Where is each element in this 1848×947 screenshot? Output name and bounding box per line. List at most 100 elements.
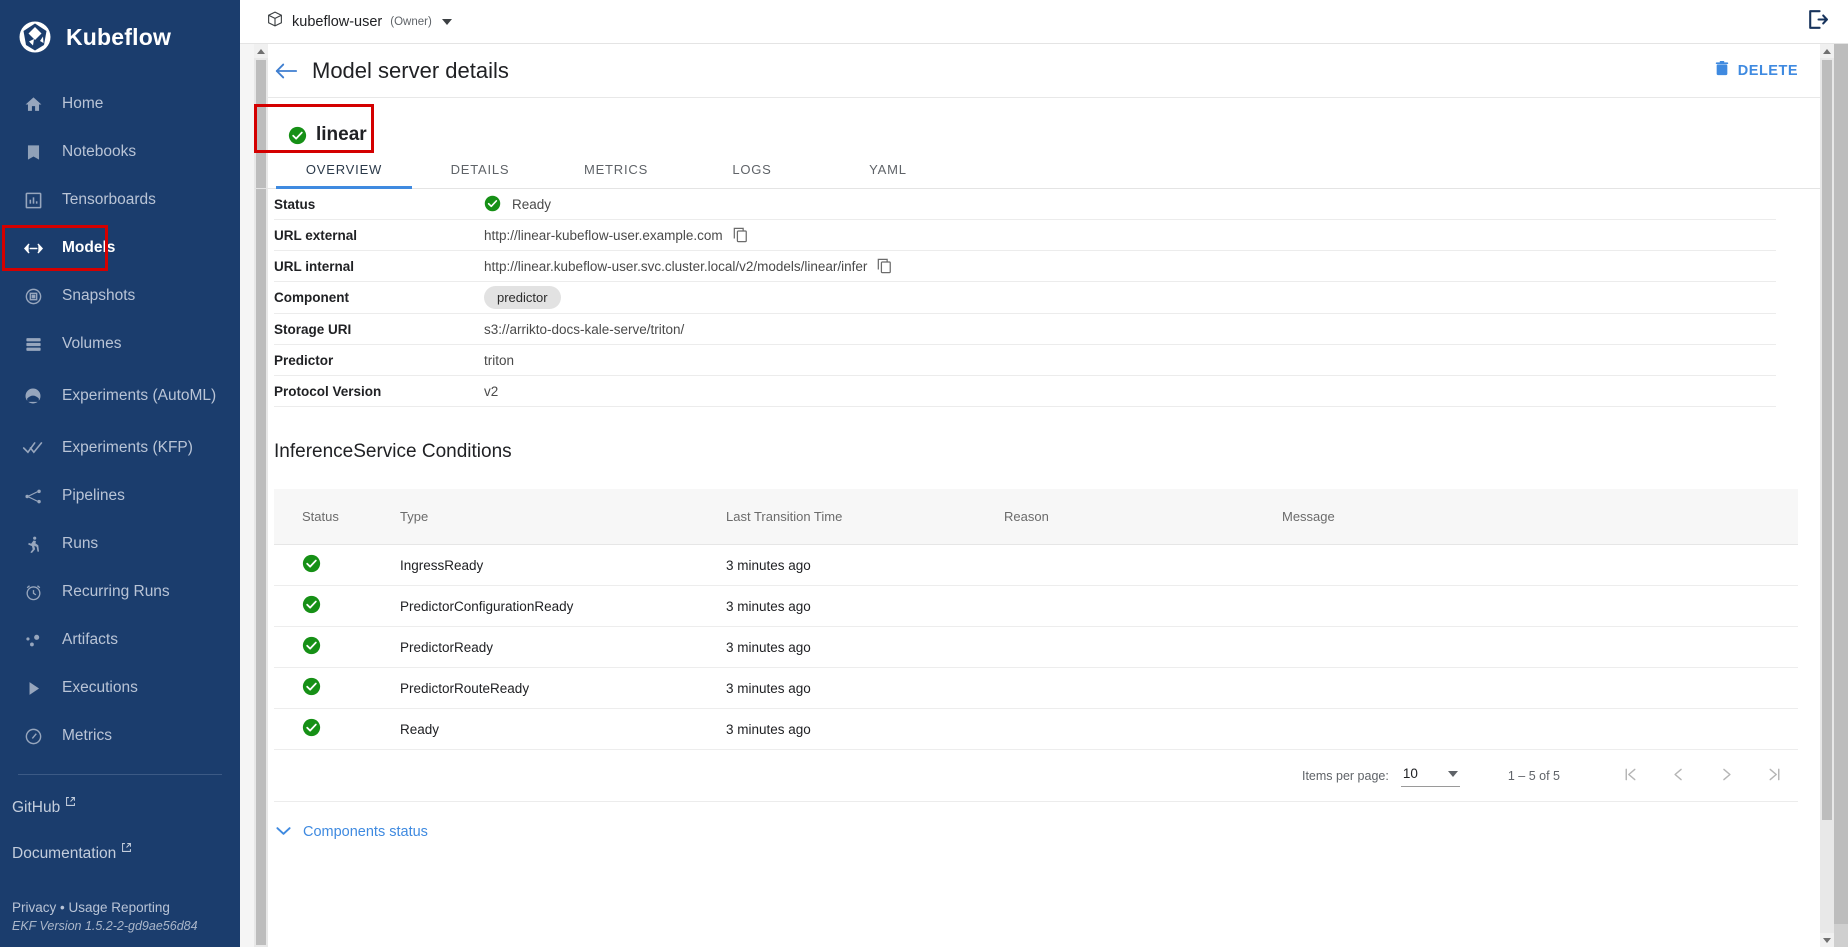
play-triangle-icon: [20, 679, 46, 698]
next-page-icon: [1718, 766, 1735, 786]
privacy-link[interactable]: Privacy: [12, 900, 56, 915]
column-header-reason: Reason: [1004, 509, 1049, 524]
usage-reporting-link[interactable]: Usage Reporting: [69, 900, 170, 915]
status-text: Ready: [512, 196, 552, 212]
arrow-left-icon[interactable]: [274, 61, 298, 81]
sidebar-item-executions[interactable]: Executions: [0, 664, 240, 712]
detail-row-protocol-version: Protocol Version v2: [274, 376, 1776, 407]
row-status: [274, 595, 400, 617]
sidebar-item-label: Metrics: [62, 727, 112, 744]
sidebar-item-metrics[interactable]: Metrics: [0, 712, 240, 760]
sidebar-item-tensorboards[interactable]: Tensorboards: [0, 176, 240, 224]
namespace-name: kubeflow-user: [292, 13, 383, 30]
row-last-transition-time: 3 minutes ago: [726, 721, 811, 737]
detail-value: s3://arrikto-docs-kale-serve/triton/: [484, 321, 685, 337]
kubeflow-logo-icon: [18, 20, 52, 54]
scroll-up-arrow[interactable]: [1820, 44, 1834, 58]
scroll-down-arrow[interactable]: [1820, 933, 1834, 947]
copy-icon[interactable]: [733, 227, 748, 243]
url-external-value: http://linear-kubeflow-user.example.com: [484, 227, 723, 243]
window-scroll-thumb[interactable]: [1834, 44, 1848, 924]
check-circle-icon: [302, 677, 321, 699]
scroll-thumb[interactable]: [1822, 60, 1832, 820]
sidebar-item-recurring-runs[interactable]: Recurring Runs: [0, 568, 240, 616]
sidebar-item-runs[interactable]: Runs: [0, 520, 240, 568]
sidebar-item-notebooks[interactable]: Notebooks: [0, 128, 240, 176]
namespace-selector[interactable]: kubeflow-user (Owner): [266, 10, 452, 33]
sidebar-item-label: Snapshots: [62, 287, 136, 304]
chart-icon: [20, 191, 46, 210]
tab-logs[interactable]: LOGS: [684, 156, 820, 188]
detail-key: Storage URI: [274, 321, 352, 337]
table-row: PredictorReady 3 minutes ago: [274, 627, 1798, 668]
artifact-icon: [20, 631, 46, 650]
window-scrollbar[interactable]: [1834, 44, 1848, 947]
check-circle-icon: [302, 554, 321, 576]
sidebar-item-experiments-kfp[interactable]: Experiments (KFP): [0, 424, 240, 472]
main-area: kubeflow-user (Owner) Model server detai…: [240, 0, 1848, 947]
pipeline-icon: [20, 487, 46, 506]
last-page-button[interactable]: [1750, 766, 1798, 786]
detail-row-url-external: URL external http://linear-kubeflow-user…: [274, 220, 1776, 251]
sidebar-item-snapshots[interactable]: Snapshots: [0, 272, 240, 320]
sidebar-item-label: Tensorboards: [62, 191, 156, 208]
sidebar-item-volumes[interactable]: Volumes: [0, 320, 240, 368]
check-circle-icon: [302, 636, 321, 658]
sidebar-divider: [18, 774, 222, 775]
row-type: PredictorReady: [400, 639, 494, 655]
sidebar-item-experiments-automl[interactable]: Experiments (AutoML): [0, 368, 240, 424]
model-title: linear: [274, 114, 393, 156]
first-page-button[interactable]: [1606, 766, 1654, 786]
column-header-last-transition-time: Last Transition Time: [726, 509, 843, 524]
detail-value: v2: [484, 383, 499, 399]
row-type: IngressReady: [400, 557, 484, 573]
row-type: Ready: [400, 721, 440, 737]
components-status-toggle[interactable]: Components status: [254, 802, 1820, 840]
tab-overview[interactable]: OVERVIEW: [276, 156, 412, 189]
logout-button[interactable]: [1805, 7, 1830, 37]
trash-icon: [1714, 60, 1730, 81]
detail-value: predictor: [484, 286, 561, 309]
items-per-page-select[interactable]: 10: [1400, 764, 1460, 787]
sidebar-item-label: Pipelines: [62, 487, 125, 504]
row-type: PredictorConfigurationReady: [400, 598, 574, 614]
kubeflow-app: Kubeflow Home Notebooks Tensorboards Mod…: [0, 0, 1848, 947]
copy-icon[interactable]: [877, 258, 892, 274]
sidebar-item-home[interactable]: Home: [0, 80, 240, 128]
tab-metrics[interactable]: METRICS: [548, 156, 684, 188]
check-circle-icon: [484, 195, 502, 213]
detail-value: http://linear-kubeflow-user.example.com: [484, 227, 748, 243]
previous-page-button[interactable]: [1654, 766, 1702, 786]
page-header: Model server details DELETE: [254, 44, 1820, 98]
tab-yaml[interactable]: YAML: [820, 156, 956, 188]
detail-row-component: Component predictor: [274, 282, 1776, 314]
row-status: [274, 677, 400, 699]
brand[interactable]: Kubeflow: [0, 0, 240, 76]
column-header-status: Status: [302, 509, 339, 524]
alarm-clock-icon: [20, 583, 46, 602]
table-row: PredictorRouteReady 3 minutes ago: [274, 668, 1798, 709]
sidebar-item-label: Runs: [62, 535, 99, 552]
row-last-transition-time: 3 minutes ago: [726, 598, 811, 614]
sidebar: Kubeflow Home Notebooks Tensorboards Mod…: [0, 0, 240, 947]
sidebar-item-artifacts[interactable]: Artifacts: [0, 616, 240, 664]
scroll-up-arrow[interactable]: [254, 44, 268, 58]
runner-icon: [20, 535, 46, 554]
content-right-scrollbar[interactable]: [1820, 44, 1834, 947]
components-status-label: Components status: [303, 824, 428, 840]
check-circle-icon: [302, 718, 321, 740]
sidebar-link-github[interactable]: GitHub: [0, 785, 240, 831]
sidebar-item-pipelines[interactable]: Pipelines: [0, 472, 240, 520]
delete-button[interactable]: DELETE: [1714, 60, 1798, 81]
tab-details[interactable]: DETAILS: [412, 156, 548, 188]
sidebar-item-models[interactable]: Models: [0, 224, 240, 272]
next-page-button[interactable]: [1702, 766, 1750, 786]
detail-key: URL internal: [274, 258, 355, 274]
sidebar-link-documentation[interactable]: Documentation: [0, 831, 240, 877]
snapshot-icon: [20, 287, 46, 306]
brand-name: Kubeflow: [66, 23, 172, 50]
conditions-table: Status Type Last Transition Time Reason …: [274, 489, 1798, 750]
row-last-transition-time: 3 minutes ago: [726, 639, 811, 655]
check-circle-icon: [288, 126, 307, 145]
detail-key: Component: [274, 290, 349, 305]
